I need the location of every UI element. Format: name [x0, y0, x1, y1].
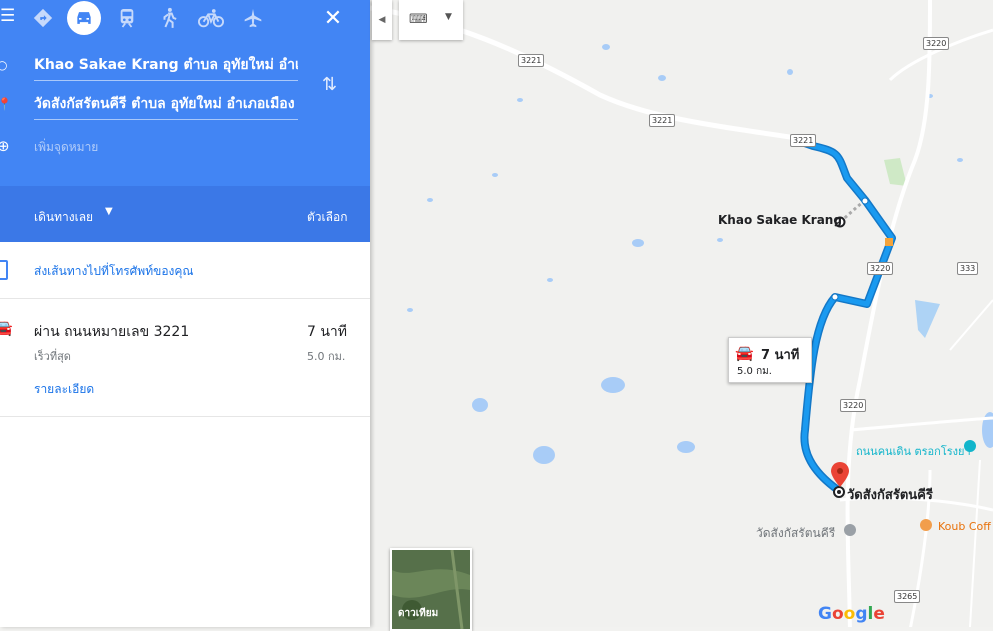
road-shield-3265: 3265: [894, 590, 921, 603]
close-icon[interactable]: ✕: [318, 4, 348, 32]
flight-icon[interactable]: [238, 3, 268, 33]
collapse-panel-button[interactable]: ◀: [372, 0, 392, 40]
best-route-icon[interactable]: [28, 3, 58, 33]
road-shield-3220: 3220: [867, 262, 894, 275]
time-box-time: 7 นาที: [761, 348, 800, 363]
phone-icon: [0, 260, 8, 280]
route-via: ผ่าน ถนนหมายเลข 3221: [34, 324, 190, 340]
chevron-down-icon[interactable]: ▼: [105, 206, 113, 217]
road-shield-3221: 3221: [790, 134, 817, 147]
swap-icon[interactable]: ⇅: [322, 74, 337, 95]
car-icon: 🚘: [735, 344, 754, 362]
road-shield-3220: 3220: [840, 399, 867, 412]
time-box-distance: 5.0 กม.: [737, 366, 772, 377]
add-icon[interactable]: ⊕: [0, 137, 10, 155]
options-button[interactable]: ตัวเลือก: [307, 208, 347, 227]
car-icon: 🚘: [0, 319, 13, 337]
origin-circle-icon: ○: [0, 58, 8, 72]
satellite-toggle[interactable]: ดาวเทียม: [390, 548, 472, 631]
origin-field[interactable]: Khao Sakae Krang ตำบล อุทัยใหม่ อำเภอเมื…: [34, 54, 298, 81]
road-shield-3220: 3220: [923, 37, 950, 50]
temple-label[interactable]: วัดสังกัสรัตนคีรี: [756, 524, 835, 543]
origin-label[interactable]: Khao Sakae Krang: [718, 213, 842, 227]
map-canvas[interactable]: 3221 3221 3221 3220 3220 3220 333 3265 K…: [370, 0, 993, 627]
directions-header: ☰ ✕ ○ Khao Sakae Krang ตำบล อุทัยใหม่ อำ…: [0, 0, 370, 186]
route-option[interactable]: 🚘 ผ่าน ถนนหมายเลข 3221 7 นาที เร็วที่สุด…: [0, 299, 370, 417]
road-shield-3221: 3221: [518, 54, 545, 67]
route-distance: 5.0 กม.: [307, 350, 346, 363]
route-time-box[interactable]: 🚘 7 นาที 5.0 กม.: [728, 337, 812, 383]
destination-label[interactable]: วัดสังกัสรัตนคีรี: [847, 484, 933, 505]
add-destination[interactable]: เพิ่มจุดหมาย: [34, 138, 98, 157]
road-shield-3221: 3221: [649, 114, 676, 127]
poi-label[interactable]: ถนนคนเดิน ตรอกโรงยา: [856, 442, 971, 460]
transit-icon[interactable]: [112, 3, 142, 33]
map-background: [370, 0, 993, 627]
travel-modes: [0, 0, 370, 36]
details-link[interactable]: รายละเอียด: [34, 380, 94, 399]
route-fastest: เร็วที่สุด: [34, 350, 71, 363]
road-shield-333: 333: [957, 262, 979, 275]
walking-icon[interactable]: [154, 3, 184, 33]
google-logo: Google: [818, 604, 885, 624]
cycling-icon[interactable]: [196, 3, 226, 33]
chevron-down-icon[interactable]: ▼: [445, 12, 452, 22]
start-now-dropdown[interactable]: เดินทางเลย: [34, 208, 93, 227]
send-to-phone-link[interactable]: ส่งเส้นทางไปที่โทรศัพท์ของคุณ: [34, 262, 194, 281]
destination-field[interactable]: วัดสังกัสรัตนคีรี ตำบล อุทัยใหม่ อำเภอเม…: [34, 93, 298, 120]
keyboard-icon[interactable]: ⌨: [409, 12, 428, 27]
satellite-label: ดาวเทียม: [398, 608, 439, 619]
route-time: 7 นาที: [307, 324, 348, 340]
driving-icon[interactable]: [67, 1, 101, 35]
destination-pin-icon: 📍: [0, 97, 12, 111]
cafe-label[interactable]: Koub Coff: [938, 520, 991, 533]
directions-panel: ☰ ✕ ○ Khao Sakae Krang ตำบล อุทัยใหม่ อำ…: [0, 0, 370, 627]
send-to-phone-row[interactable]: ส่งเส้นทางไปที่โทรศัพท์ของคุณ: [0, 242, 370, 299]
input-tools[interactable]: ⌨ ▼: [399, 0, 463, 40]
